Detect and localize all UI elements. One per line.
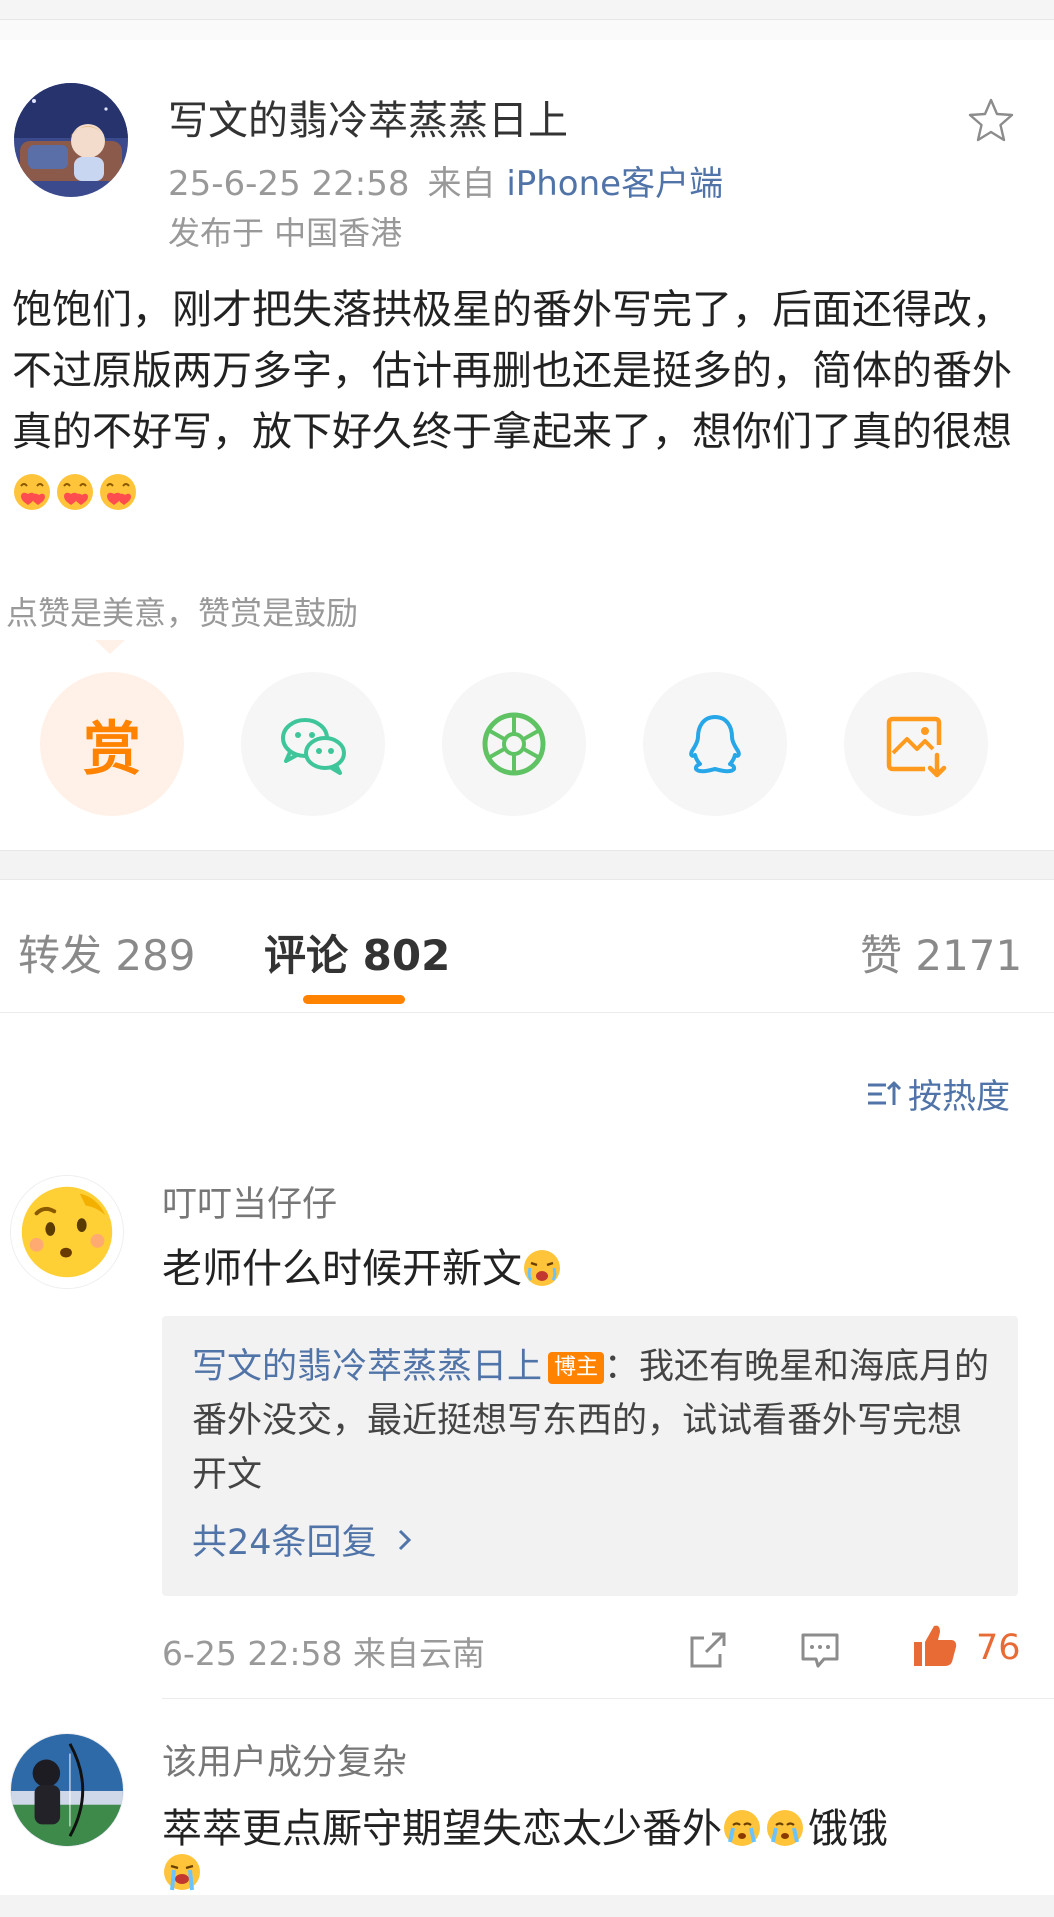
share-moments-button[interactable] xyxy=(442,672,586,816)
sort-icon xyxy=(868,1081,902,1105)
comment-meta: 6-25 22:58 来自云南 xyxy=(162,1627,485,1675)
tab-comments[interactable]: 评论 802 xyxy=(264,922,450,983)
save-image-icon xyxy=(886,716,947,778)
share-wechat-button[interactable] xyxy=(241,672,385,816)
more-replies-label: 共24条回复 xyxy=(192,1523,377,1563)
loudly-crying-emoji-icon xyxy=(162,1852,202,1892)
reward-hint: 点赞是美意，赞赏是鼓励 xyxy=(6,594,359,632)
crying-face-emoji-icon xyxy=(522,1248,562,1288)
tabs-divider xyxy=(0,1012,1054,1013)
comment-text-line2 xyxy=(162,1850,205,1896)
wechat-icon xyxy=(281,718,346,775)
post-author-name[interactable]: 写文的翡冷萃蒸蒸日上 xyxy=(168,88,568,146)
reward-label: 赏 xyxy=(82,715,141,783)
top-strip xyxy=(0,0,1054,20)
sort-label: 按热度 xyxy=(908,1077,1010,1117)
post-location: 发布于 中国香港 xyxy=(168,214,403,252)
like-icon[interactable] xyxy=(910,1620,960,1670)
tab-active-indicator xyxy=(303,995,405,1004)
reply-author[interactable]: 写文的翡冷萃蒸蒸日上 xyxy=(192,1347,542,1387)
reward-button[interactable]: 赏 xyxy=(40,672,184,816)
commenter-avatar[interactable] xyxy=(10,1175,124,1289)
comment-text-body: 萃萃更点厮守期望失恋太少番外 xyxy=(162,1806,722,1852)
share-comment-icon[interactable] xyxy=(686,1628,730,1672)
reply-text: 写文的翡冷萃蒸蒸日上 博主 ：我还有晚星和海底月的番外没交，最近挺想写东西的，试试看… xyxy=(192,1340,992,1502)
heart-face-emoji-icon xyxy=(12,472,52,512)
heart-face-emoji-icon xyxy=(55,472,95,512)
author-avatar[interactable] xyxy=(14,83,128,197)
section-divider xyxy=(0,850,1054,880)
top-strip-lower xyxy=(0,20,1054,40)
post-body: 饱饱们，刚才把失落拱极星的番外写完了，后面还得改，不过原版两万多字，估计再删也还… xyxy=(12,280,1022,524)
comment-source: 来自云南 xyxy=(353,1634,485,1673)
comment-separator xyxy=(162,1698,1054,1699)
like-count: 76 xyxy=(976,1628,1021,1668)
post-source-prefix: 来自 xyxy=(427,164,496,204)
commenter-name[interactable]: 该用户成分复杂 xyxy=(162,1734,407,1785)
crying-face-emoji-icon xyxy=(722,1808,762,1848)
tab-likes[interactable]: 赞 2171 xyxy=(860,922,1022,983)
comment-text-body: 老师什么时候开新文 xyxy=(162,1246,522,1292)
share-qq-button[interactable] xyxy=(643,672,787,816)
reply-comment-icon[interactable] xyxy=(798,1628,842,1672)
author-badge: 博主 xyxy=(548,1352,605,1384)
sort-button[interactable]: 按热度 xyxy=(866,1069,1010,1118)
moments-icon xyxy=(482,712,546,776)
post-time: 25-6-25 22:58 xyxy=(168,164,410,204)
reply-box[interactable]: 写文的翡冷萃蒸蒸日上 博主 ：我还有晚星和海底月的番外没交，最近挺想写东西的，试试看… xyxy=(162,1316,1018,1596)
save-image-button[interactable] xyxy=(844,672,988,816)
heart-face-emoji-icon xyxy=(98,472,138,512)
tab-reposts[interactable]: 转发 289 xyxy=(18,922,196,983)
crying-face-emoji-icon xyxy=(765,1808,805,1848)
hint-caret xyxy=(95,640,125,654)
bottom-strip xyxy=(0,1895,1054,1917)
commenter-avatar[interactable] xyxy=(10,1733,124,1847)
star-icon[interactable] xyxy=(966,96,1016,146)
chevron-right-icon xyxy=(398,1529,411,1550)
comment-time: 6-25 22:58 xyxy=(162,1634,343,1673)
post-source[interactable]: iPhone客户端 xyxy=(506,164,723,204)
comment-text: 萃萃更点厮守期望失恋太少番外 饿饿 xyxy=(162,1796,888,1854)
comment-text-tail: 饿饿 xyxy=(808,1806,888,1852)
post-body-text: 饱饱们，刚才把失落拱极星的番外写完了，后面还得改，不过原版两万多字，估计再删也还… xyxy=(12,287,1012,455)
commenter-name[interactable]: 叮叮当仔仔 xyxy=(162,1176,337,1227)
post-meta: 25-6-25 22:58 来自 iPhone客户端 xyxy=(168,156,723,205)
comment-text: 老师什么时候开新文 xyxy=(162,1236,565,1294)
qq-icon xyxy=(689,715,741,774)
more-replies-link[interactable]: 共24条回复 xyxy=(192,1514,417,1565)
